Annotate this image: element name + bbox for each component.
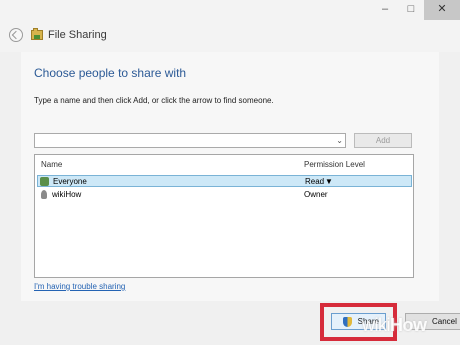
back-arrow-icon[interactable]	[9, 28, 23, 42]
name-combobox[interactable]: ⌄	[34, 133, 346, 148]
row-name: wikiHow	[52, 190, 82, 199]
watermark-part2: How	[390, 315, 427, 335]
list-row-wikihow[interactable]: wikiHow Owner	[37, 189, 412, 201]
user-icon	[41, 190, 47, 199]
add-button[interactable]: Add	[354, 133, 412, 148]
minimize-button[interactable]: –	[372, 0, 398, 20]
trouble-sharing-link[interactable]: I'm having trouble sharing	[34, 282, 125, 291]
column-header-permission[interactable]: Permission Level	[304, 160, 365, 169]
dialog-header: File Sharing	[0, 20, 460, 52]
page-heading: Choose people to share with	[34, 66, 187, 80]
watermark-part1: wiki	[362, 315, 391, 335]
list-row-everyone[interactable]: Everyone Read ▼	[37, 175, 412, 187]
dropdown-arrow-icon[interactable]: ▼	[325, 176, 333, 187]
instruction-text: Type a name and then click Add, or click…	[34, 96, 274, 105]
permission-value[interactable]: Read	[305, 176, 324, 187]
wikihow-watermark: wikiHow	[362, 315, 427, 336]
people-list[interactable]: Name Permission Level Everyone Read ▼ wi…	[34, 154, 414, 278]
close-button[interactable]: ✕	[424, 0, 460, 20]
row-name: Everyone	[53, 177, 87, 186]
permission-value: Owner	[304, 190, 328, 199]
dialog-title: File Sharing	[48, 29, 107, 41]
group-icon	[40, 177, 49, 186]
shared-folder-icon	[31, 28, 43, 40]
shield-icon	[343, 317, 352, 327]
maximize-button[interactable]: □	[398, 0, 424, 20]
title-bar: – □ ✕	[0, 0, 460, 20]
chevron-down-icon[interactable]: ⌄	[336, 135, 343, 147]
column-header-name[interactable]: Name	[41, 160, 62, 169]
